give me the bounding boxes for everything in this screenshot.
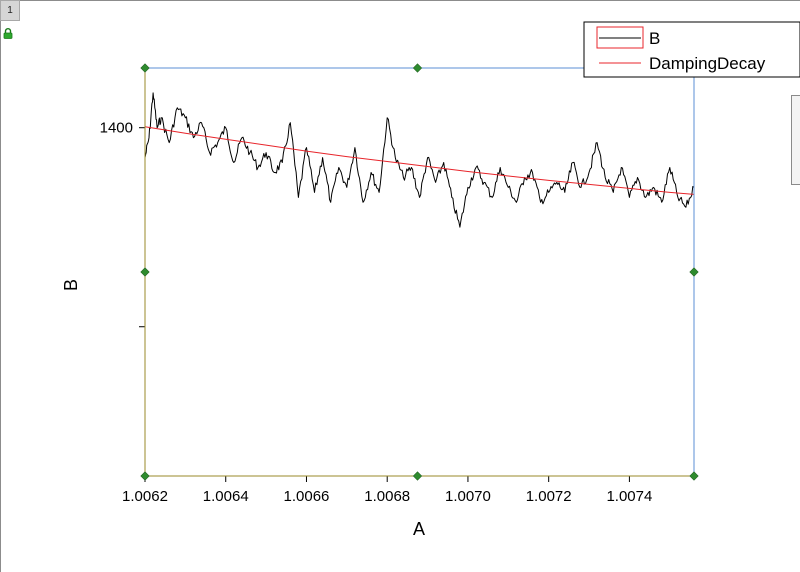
x-tick-label: 1.0068 <box>364 488 410 505</box>
y-tick-label: 1400 <box>100 120 133 137</box>
legend-label-dampingdecay: DampingDecay <box>649 54 766 73</box>
x-tick-label: 1.0070 <box>445 488 491 505</box>
resize-handle[interactable] <box>140 63 150 73</box>
x-tick-label: 1.0072 <box>526 488 572 505</box>
x-tick-label: 1.0064 <box>203 488 249 505</box>
resize-handle[interactable] <box>412 63 423 73</box>
series-b-line <box>144 92 695 228</box>
x-tick-label: 1.0066 <box>284 488 330 505</box>
x-tick-label: 1.0074 <box>606 488 652 505</box>
chart: 1.0062 1.0064 1.0066 1.0068 1.0070 1.0072 1.00… <box>61 21 800 539</box>
resize-handle[interactable] <box>689 471 699 481</box>
resize-handle[interactable] <box>140 471 150 481</box>
legend-label-b: B <box>649 29 660 48</box>
legend[interactable]: B DampingDecay <box>583 21 800 78</box>
resize-handle[interactable] <box>689 267 699 277</box>
resize-handle[interactable] <box>412 471 423 481</box>
x-axis-title: A <box>413 519 425 539</box>
tick-layer: 1.0062 1.0064 1.0066 1.0068 1.0070 1.0072 1.00… <box>100 120 653 505</box>
resize-handle[interactable] <box>140 267 150 277</box>
series-layer <box>144 92 695 228</box>
y-axis-title: B <box>61 279 81 291</box>
x-tick-label: 1.0062 <box>122 488 168 505</box>
axes <box>144 68 694 477</box>
plot-frame <box>144 67 695 477</box>
